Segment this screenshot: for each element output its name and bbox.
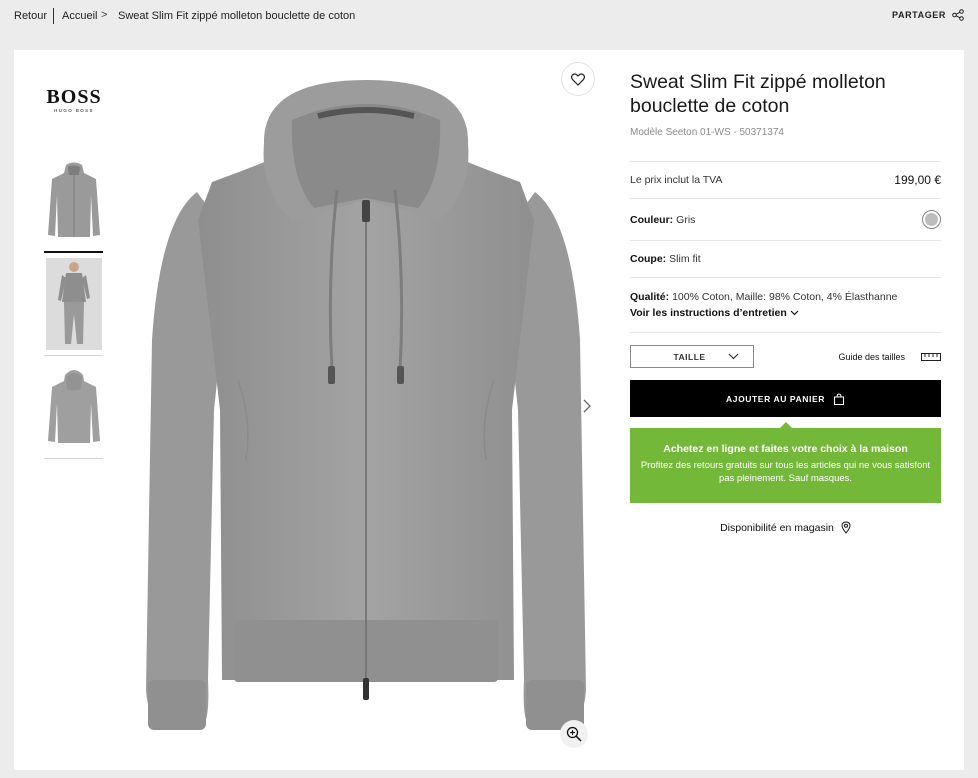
chevron-right-icon: [583, 399, 591, 413]
breadcrumb-divider: [53, 8, 54, 24]
hoodie-back-image: [47, 370, 100, 443]
quality-label: Qualité:: [630, 291, 670, 303]
color-swatch-gray[interactable]: [922, 210, 941, 229]
color-label: Couleur:: [630, 213, 674, 226]
wishlist-button[interactable]: [561, 62, 595, 96]
add-to-cart-label: AJOUTER AU PANIER: [726, 393, 825, 404]
price-row: Le prix inclut la TVA 199,00 €: [630, 161, 941, 198]
product-main-image[interactable]: [142, 80, 590, 740]
share-icon: [952, 9, 964, 21]
location-pin-icon: [841, 521, 851, 534]
product-model: Modèle Seeton 01-WS - 50371374: [630, 127, 784, 138]
size-row: TAILLE Guide des tailles: [630, 332, 941, 380]
store-availability-link[interactable]: Disponibilité en magasin: [630, 521, 941, 534]
zoom-in-icon: [566, 726, 582, 742]
model-wearing-image: [45, 258, 102, 350]
breadcrumb-home-link[interactable]: Accueil: [62, 10, 97, 22]
product-info: Sweat Slim Fit zippé molleton bouclette …: [630, 70, 941, 534]
chevron-down-icon: [728, 353, 738, 360]
hoodie-front-image: [47, 162, 100, 237]
add-to-cart-button[interactable]: AJOUTER AU PANIER: [630, 380, 941, 417]
brand-logo-sub: HUGO BOSS: [54, 108, 94, 113]
color-row: Couleur: Gris: [630, 198, 941, 240]
fit-row: Coupe: Slim fit: [630, 240, 941, 277]
thumbnail-hoodie-back[interactable]: [44, 356, 103, 459]
brand-logo-name: BOSS: [46, 86, 102, 108]
promo-title: Achetez en ligne et faites votre choix à…: [663, 443, 908, 455]
care-instructions-link[interactable]: Voir les instructions d’entretien: [630, 307, 799, 319]
quality-value: 100% Coton, Maille: 98% Coton, 4% Élasth…: [672, 291, 898, 303]
promo-banner: Achetez en ligne et faites votre choix à…: [630, 422, 941, 503]
store-availability-label: Disponibilité en magasin: [720, 521, 834, 534]
product-card: BOSS HUGO BOSS Sweat Slim Fit zippé moll…: [14, 50, 964, 770]
product-title: Sweat Slim Fit zippé molleton bouclette …: [630, 71, 886, 117]
price-value: 199,00 €: [894, 173, 941, 187]
thumbnail-model-wearing[interactable]: [44, 253, 103, 356]
chevron-right-icon: >: [101, 9, 108, 21]
color-value: Gris: [676, 213, 696, 226]
size-select[interactable]: TAILLE: [630, 345, 754, 368]
next-image-button[interactable]: [582, 398, 592, 419]
size-guide-link[interactable]: Guide des tailles: [838, 352, 941, 362]
breadcrumb-current: Sweat Slim Fit zippé molleton bouclette …: [118, 10, 356, 22]
promo-text: Profitez des retours gratuits sur tous l…: [640, 460, 931, 484]
fit-value: Slim fit: [669, 253, 701, 265]
quality-row: Qualité: 100% Coton, Maille: 98% Coton, 4…: [630, 277, 941, 332]
top-bar: Retour Accueil > Sweat Slim Fit zippé mo…: [0, 0, 978, 34]
quality-info: Qualité: 100% Coton, Maille: 98% Coton, 4…: [630, 291, 941, 303]
chevron-down-icon: [790, 310, 799, 316]
back-link[interactable]: Retour: [14, 10, 47, 22]
share-label: PARTAGER: [892, 10, 946, 20]
shopping-bag-icon: [834, 392, 844, 405]
brand-logo[interactable]: BOSS HUGO BOSS: [44, 87, 104, 113]
heart-icon: [571, 72, 585, 86]
share-button[interactable]: PARTAGER: [892, 9, 964, 21]
care-instructions-label: Voir les instructions d’entretien: [630, 307, 787, 319]
size-select-label: TAILLE: [673, 351, 706, 362]
thumbnail-list: [44, 150, 103, 459]
price-label: Le prix inclut la TVA: [630, 174, 723, 186]
thumbnail-hoodie-front[interactable]: [44, 150, 103, 253]
color-info: Couleur: Gris: [630, 214, 695, 226]
zoom-button[interactable]: [560, 720, 588, 748]
size-guide-label: Guide des tailles: [838, 351, 905, 362]
ruler-icon: [921, 352, 941, 361]
fit-label: Coupe:: [630, 253, 667, 265]
